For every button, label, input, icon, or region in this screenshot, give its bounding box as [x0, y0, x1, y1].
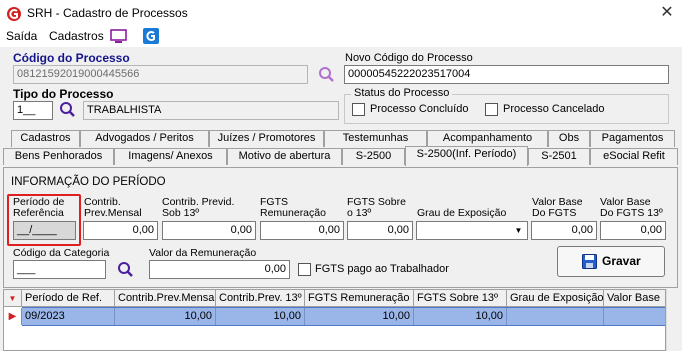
codigo-processo-label: Código do Processo: [13, 51, 130, 65]
row-indicator-header: ▼: [4, 290, 22, 307]
cell-valor-base[interactable]: [604, 308, 665, 325]
cell-fgts-13[interactable]: 10,00: [414, 308, 507, 325]
fgts-13-field[interactable]: 0,00: [347, 221, 413, 240]
chevron-down-icon[interactable]: ▼: [510, 222, 527, 239]
vertical-scrollbar[interactable]: [666, 289, 682, 351]
tab-s2501[interactable]: S-2501: [528, 148, 590, 165]
vb-fgts13-label-2: Do FGTS 13º: [600, 207, 663, 219]
fgts-pago-label: FGTS pago ao Trabalhador: [315, 263, 449, 275]
tab-acompanhamento[interactable]: Acompanhamento: [427, 130, 548, 147]
contrib-mensal-field[interactable]: 0,00: [83, 221, 158, 240]
fgts-rem-field[interactable]: 0,00: [260, 221, 344, 240]
novo-codigo-label: Novo Código do Processo: [345, 52, 473, 64]
monitor-icon[interactable]: [110, 29, 127, 44]
gravar-label: Gravar: [602, 254, 641, 268]
tab-testemunhas[interactable]: Testemunhas: [324, 130, 427, 147]
fgts-rem-label-2: Remuneração: [260, 207, 326, 219]
tab-advogados[interactable]: Advogados / Peritos: [80, 130, 209, 147]
sort-arrow-icon: ▼: [8, 294, 17, 303]
contrib-13-label-2: Sob 13º: [162, 207, 200, 219]
row-pointer-icon: ▶: [8, 311, 17, 322]
tab-cadastros[interactable]: Cadastros: [11, 130, 80, 147]
fgts-13-label-2: o 13º: [347, 207, 372, 219]
processo-concluido-checkbox[interactable]: [352, 103, 365, 116]
periodo-ref-label-2: Referência: [13, 207, 64, 219]
col-header-contrib-13[interactable]: Contrib.Prev. 13º: [216, 290, 305, 307]
cell-contrib-13[interactable]: 10,00: [216, 308, 305, 325]
vb-fgts-label-2: Do FGTS: [532, 207, 577, 219]
tab-bens-penhorados[interactable]: Bens Penhorados: [3, 148, 114, 165]
tipo-processo-label: Tipo do Processo: [13, 87, 114, 101]
processo-cancelado-checkbox[interactable]: [485, 103, 498, 116]
codigo-processo-field[interactable]: 08121592019000445566: [13, 65, 308, 84]
grau-exposicao-label: Grau de Exposição: [417, 207, 507, 219]
tab-imagens-anexos[interactable]: Imagens/ Anexos: [114, 148, 227, 165]
periodo-ref-field[interactable]: __/____: [13, 221, 76, 240]
tab-juizes[interactable]: Juízes / Promotores: [209, 130, 324, 147]
save-disk-icon: [582, 254, 597, 269]
title-bar: SRH - Cadastro de Processos ✕: [0, 0, 682, 27]
col-header-grau[interactable]: Grau de Exposição: [507, 290, 604, 307]
search-categoria-icon[interactable]: [117, 261, 134, 278]
tab-obs[interactable]: Obs: [548, 130, 590, 147]
search-codigo-icon[interactable]: [318, 66, 335, 83]
tab-s2500-inf-periodo[interactable]: S-2500(Inf. Período): [405, 146, 528, 166]
status-title: Status do Processo: [351, 87, 453, 99]
processo-cancelado-label: Processo Cancelado: [503, 103, 605, 115]
tipo-processo-code[interactable]: 1__: [13, 101, 53, 120]
section-title: INFORMAÇÃO DO PERÍODO: [11, 176, 166, 188]
col-header-periodo[interactable]: Período de Ref.: [22, 290, 115, 307]
novo-codigo-field[interactable]: 00000545222023517004: [344, 65, 669, 84]
fgts-pago-checkbox[interactable]: [298, 263, 311, 276]
categoria-field[interactable]: ___: [13, 260, 106, 279]
tab-s2500[interactable]: S-2500: [342, 148, 405, 165]
row-pointer: ▶: [4, 308, 22, 325]
menu-bar: Saída Cadastros: [0, 27, 682, 47]
cell-contrib-mensal[interactable]: 10,00: [115, 308, 216, 325]
tab-esocial-refit[interactable]: eSocial Refit: [590, 148, 678, 165]
vb-fgts-field[interactable]: 0,00: [531, 221, 597, 240]
valor-remuneracao-label: Valor da Remuneração: [149, 247, 257, 259]
col-header-contrib-mensal[interactable]: Contrib.Prev.Mensal: [115, 290, 216, 307]
col-header-valor-base[interactable]: Valor Base: [604, 290, 665, 307]
valor-remuneracao-field[interactable]: 0,00: [149, 260, 290, 279]
window-title: SRH - Cadastro de Processos: [27, 6, 188, 20]
col-header-fgts-rem[interactable]: FGTS Remuneração: [305, 290, 414, 307]
vb-fgts13-field[interactable]: 0,00: [600, 221, 666, 240]
app-logo-icon: [7, 7, 21, 21]
contrib-13-field[interactable]: 0,00: [162, 221, 256, 240]
tab-pagamentos[interactable]: Pagamentos: [590, 130, 675, 147]
cell-grau[interactable]: [507, 308, 604, 325]
app-g-icon[interactable]: [143, 28, 159, 44]
processo-concluido-label: Processo Concluído: [370, 103, 469, 115]
col-header-fgts-13[interactable]: FGTS Sobre 13º: [414, 290, 507, 307]
gravar-button[interactable]: Gravar: [557, 246, 665, 277]
close-button[interactable]: ✕: [657, 3, 677, 23]
contrib-mensal-label-2: Prev.Mensal: [84, 207, 142, 219]
tab-motivo-abertura[interactable]: Motivo de abertura: [227, 148, 342, 165]
periodos-table[interactable]: ▼ Período de Ref. Contrib.Prev.Mensal Co…: [3, 289, 666, 351]
cell-fgts-rem[interactable]: 10,00: [305, 308, 414, 325]
tipo-processo-desc: TRABALHISTA: [83, 101, 339, 120]
cell-periodo[interactable]: 09/2023: [22, 308, 115, 325]
search-tipo-icon[interactable]: [59, 101, 76, 118]
menu-saida[interactable]: Saída: [6, 29, 37, 43]
categoria-label: Código da Categoria: [13, 247, 110, 259]
menu-cadastros[interactable]: Cadastros: [49, 29, 104, 43]
